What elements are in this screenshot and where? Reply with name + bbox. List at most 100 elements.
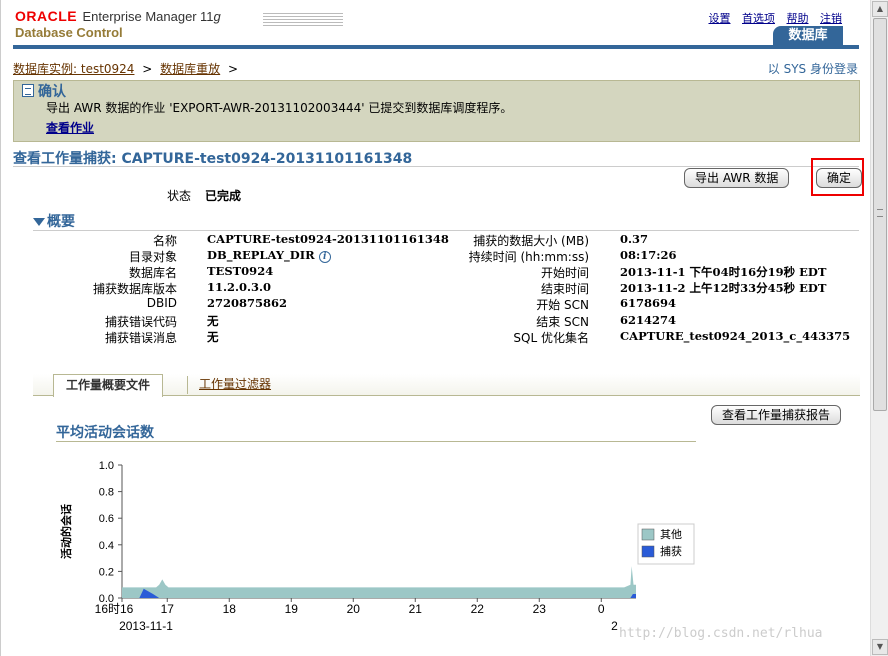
overview-field-label: 名称 [152,234,177,248]
title-divider [13,166,859,167]
overview-field-value: 08:17:26 [620,248,677,263]
overview-field-value: CAPTURE_test0924_2013_c_443375 [620,328,851,343]
breadcrumb-separator: > [142,62,153,76]
y-tick-label: 0.2 [99,566,114,578]
confirmation-title: 确认 [38,84,66,100]
overview-field-label: 持续时间 (hh:mm:ss) [468,250,589,265]
overview-field-label: 捕获数据库版本 [92,282,177,297]
overview-field-value: 2720875862 [207,296,288,311]
overview-field-label: 捕获的数据大小 (MB) [473,234,589,248]
tab-workload-profile[interactable]: 工作量概要文件 [53,374,164,397]
overview-field-value: 11.2.0.3.0 [207,280,272,295]
info-icon[interactable]: i [318,251,331,264]
version-number: 11 [199,9,214,24]
y-tick-label: 0.6 [99,513,114,525]
confirmation-box: 确认 导出 AWR 数据的作业 'EXPORT-AWR-201311020034… [13,80,860,142]
legend-swatch [641,545,655,558]
logged-in-as: 以 SYS 身份登录 [767,62,858,76]
y-tick-label: 0.4 [99,540,114,552]
status-value: 已完成 [205,189,242,203]
overview-field-label: 目录对象 [128,250,177,265]
overview-field-label: 开始 SCN [536,298,589,313]
x-date-label: 2013-11-1 [119,619,173,633]
x-tick-label: 19 [285,602,299,616]
overview-field-value: 无 [207,313,219,328]
overview-field-label: 结束 SCN [536,314,589,329]
legend-swatch [641,528,655,541]
preferences-link[interactable]: 首选项 [742,12,775,25]
overview-field-label: 开始时间 [540,266,589,281]
breadcrumb-instance-link[interactable]: 数据库实例: test0924 [13,62,134,76]
x-date-label: 2 [611,619,618,633]
x-tick-label: 16时16 [95,602,134,616]
version-suffix: g [213,9,221,24]
tab-bar: 工作量概要文件 工作量过滤器 [33,374,860,397]
scroll-up-icon[interactable]: ▲ [872,1,888,17]
overview-field-value: 6178694 [620,296,677,311]
chart-title-divider [56,441,696,442]
global-links: 设置 首选项 帮助 注销 [701,10,843,26]
scroll-thumb[interactable] [873,18,887,411]
overview-field-label: 结束时间 [540,282,589,297]
series-area-other [122,566,636,598]
logout-link[interactable]: 注销 [820,12,842,25]
view-capture-report-button[interactable]: 查看工作量捕获报告 [711,405,842,425]
status-label: 状态 [166,189,191,203]
scroll-down-icon[interactable]: ▼ [872,639,888,655]
overview-divider [33,230,859,231]
overview-field-value: TEST0924 [207,264,274,279]
vertical-scrollbar[interactable]: ▲ ▼ [870,0,888,656]
oracle-logo: ORACLE Enterprise Manager 11g Database C… [15,8,221,40]
x-tick-label: 0 [598,602,605,616]
breadcrumb-replay-link[interactable]: 数据库重放 [160,62,220,76]
overview-field-label: DBID [146,296,177,311]
x-tick-label: 21 [409,602,423,616]
overview-field-value: 2013-11-2 上午12时33分45秒 EDT [620,281,827,296]
x-tick-label: 23 [533,602,547,616]
setup-link[interactable]: 设置 [709,12,731,25]
overview-field-label: 捕获错误消息 [104,330,177,345]
tab-separator [187,376,188,394]
header-divider [13,45,859,49]
legend-label: 其他 [660,528,682,541]
product-subtitle: Database Control [15,25,123,40]
product-name: Enterprise Manager [82,9,197,24]
help-link[interactable]: 帮助 [787,12,809,25]
x-tick-label: 22 [471,602,485,616]
confirmation-message: 导出 AWR 数据的作业 'EXPORT-AWR-20131102003444'… [46,101,513,115]
confirmation-icon [22,84,34,97]
average-active-sessions-chart: 0.00.20.40.60.81.0活动的会话16时16 17 18 19 20 21 22… [59,460,695,633]
page-title: 查看工作量捕获: CAPTURE-test0924-20131101161348 [13,151,413,167]
x-tick-label: 18 [223,602,237,616]
overview-field-value: 0.37 [620,232,649,246]
breadcrumb: 数据库实例: test0924 > 数据库重放 > [13,60,242,77]
overview-field-value: DB_REPLAY_DIR i [207,248,331,264]
overview-field-label: 数据库名 [128,266,177,281]
highlight-frame [811,158,864,196]
header-hatch-decoration [263,12,343,26]
x-tick-label: 17 [161,602,175,616]
y-axis-label: 活动的会话 [59,504,73,559]
export-awr-button[interactable]: 导出 AWR 数据 [684,168,790,188]
tab-database[interactable]: 数据库 [773,26,843,46]
y-tick-label: 0.8 [99,487,114,499]
watermark-text: http://blog.csdn.net/rlhua [619,626,823,641]
overview-heading-label: 概要 [47,214,75,230]
overview-field-value: 2013-11-1 下午04时16分19秒 EDT [620,265,827,280]
chart-title: 平均活动会话数 [56,425,154,441]
page: ORACLE Enterprise Manager 11g Database C… [0,0,870,656]
overview-field-label: 捕获错误代码 [104,314,177,329]
collapse-triangle-icon[interactable] [33,218,45,226]
legend-label: 捕获 [660,544,682,558]
breadcrumb-separator: > [228,62,239,76]
y-tick-label: 1.0 [99,460,114,472]
overview-field-value: 无 [207,329,219,344]
x-tick-label: 20 [347,602,361,616]
overview-field-value: 6214274 [620,312,677,327]
tab-workload-filters[interactable]: 工作量过滤器 [195,374,275,396]
overview-field-value: CAPTURE-test0924-20131101161348 [207,232,449,246]
brand-name: ORACLE [15,8,78,24]
overview-heading[interactable]: 概要 [33,211,75,231]
view-job-link[interactable]: 查看作业 [46,119,94,136]
overview-field-label: SQL 优化集名 [513,330,589,345]
